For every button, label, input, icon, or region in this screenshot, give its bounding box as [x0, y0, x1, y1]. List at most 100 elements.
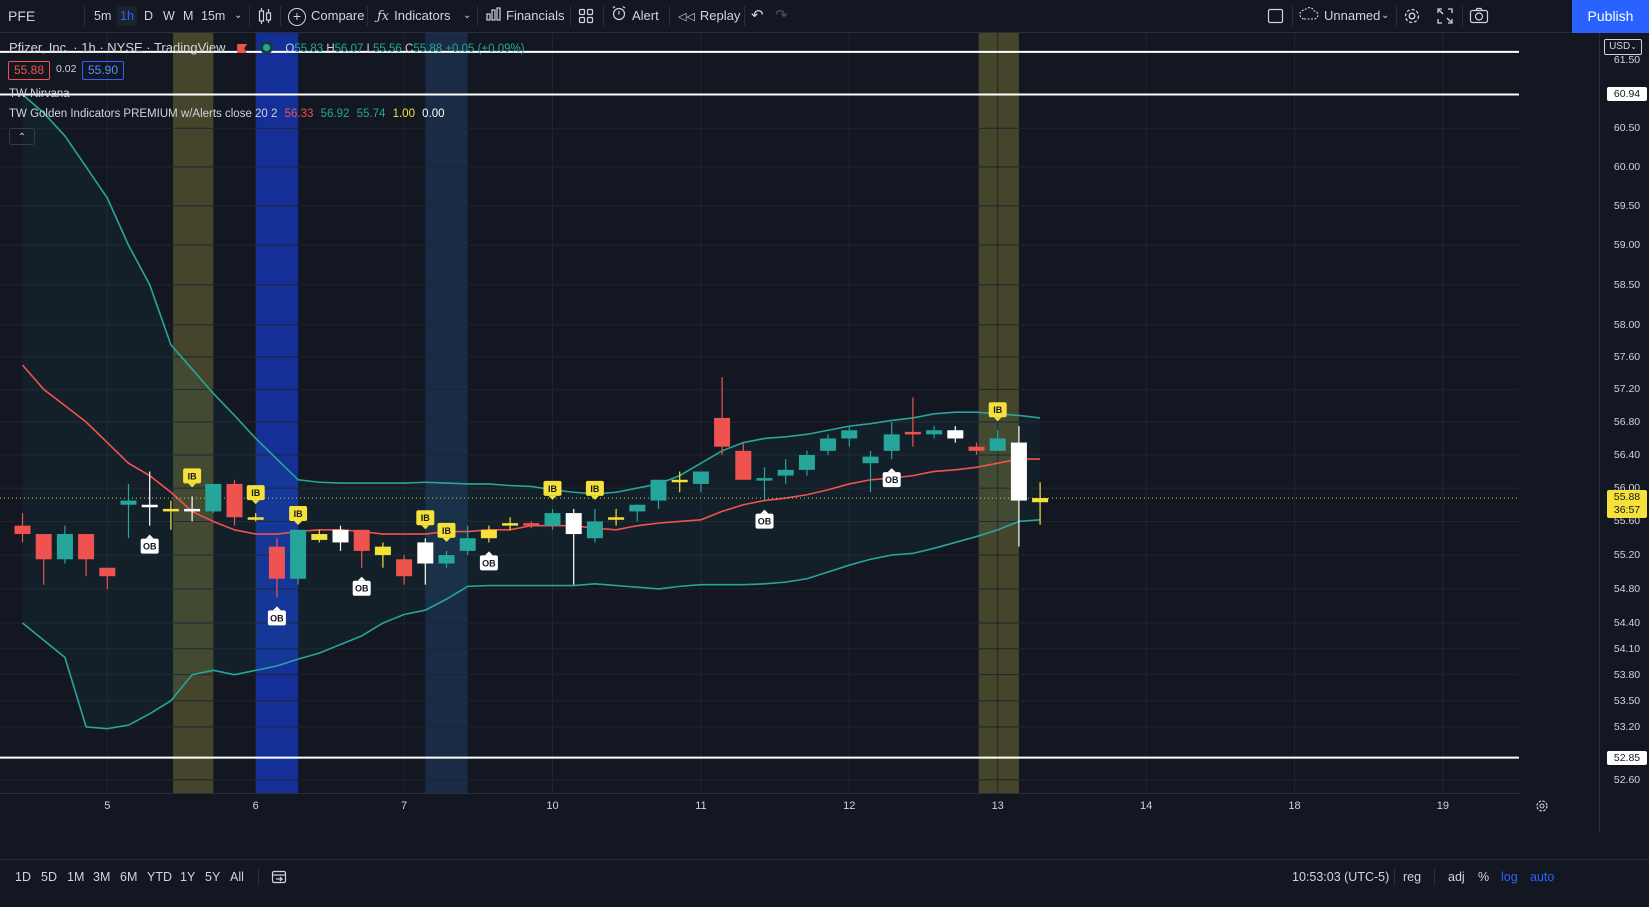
range-all[interactable]: All: [230, 860, 244, 894]
candle-body: [290, 529, 307, 579]
gear-hub: [1539, 803, 1545, 809]
ib-marker-label: IB: [993, 405, 1003, 415]
candle-body: [544, 513, 561, 526]
interval-5m[interactable]: 5m: [91, 6, 114, 26]
compare-label: Compare: [311, 8, 365, 23]
redo-icon[interactable]: ↷: [775, 0, 788, 32]
indicator-value-5: 0.00: [422, 108, 445, 120]
cloud-icon: [1299, 1, 1319, 33]
axis-settings-gear-icon[interactable]: [1536, 800, 1548, 812]
candle-body: [311, 534, 328, 540]
range-1m[interactable]: 1M: [67, 860, 84, 894]
candle: [290, 529, 307, 585]
candle-body: [841, 430, 858, 439]
session-toggle[interactable]: reg: [1403, 860, 1421, 894]
candle-body: [883, 434, 900, 451]
collapse-legend-chevron-up-icon[interactable]: ⌃: [9, 128, 35, 145]
candle-body: [650, 479, 667, 501]
candle-body: [671, 479, 688, 483]
fullscreen-square-icon[interactable]: [1267, 0, 1284, 32]
time-axis-label: 14: [1140, 800, 1152, 812]
adjust-toggle[interactable]: adj: [1448, 860, 1465, 894]
camera-icon[interactable]: [1469, 0, 1489, 32]
chart-legend: Pfizer, Inc. · 1h · NYSE · TradingView O…: [9, 40, 525, 55]
plus-circle-icon: +: [288, 7, 306, 26]
candle-body: [14, 525, 31, 535]
divider: [744, 6, 745, 26]
range-ytd[interactable]: YTD: [147, 860, 172, 894]
auto-toggle[interactable]: auto: [1530, 860, 1554, 894]
price-axis-label: 52.60: [1613, 773, 1641, 786]
candle-body: [502, 523, 519, 526]
go-to-date-icon[interactable]: [271, 860, 287, 894]
layout-chevron-down-icon[interactable]: ⌄: [1381, 0, 1389, 32]
candle-body: [353, 529, 370, 551]
interval-15m[interactable]: 15m: [198, 6, 228, 26]
time-axis-label: 18: [1288, 800, 1300, 812]
publish-button[interactable]: Publish: [1572, 0, 1649, 33]
symbol-title[interactable]: Pfizer, Inc. · 1h · NYSE · TradingView: [9, 40, 226, 55]
divider: [1292, 6, 1293, 26]
interval-m[interactable]: M: [180, 6, 196, 26]
interval-chevron-down-icon[interactable]: ⌄: [234, 0, 242, 32]
clock-readout[interactable]: 10:53:03 (UTC-5): [1292, 860, 1389, 894]
range-5y[interactable]: 5Y: [205, 860, 220, 894]
candle-body: [565, 513, 582, 535]
range-5d[interactable]: 5D: [41, 860, 57, 894]
indicators-label: Indicators: [394, 8, 451, 23]
divider: [367, 6, 368, 26]
indicators-button[interactable]: ƒx Indicators: [377, 0, 451, 32]
price-axis[interactable]: USD⌄ 61.50 60.94 60.50 60.00 59.50 59.00 58.50…: [1599, 33, 1649, 833]
interval-1h[interactable]: 1h: [117, 6, 137, 26]
alert-button[interactable]: Alert: [611, 0, 659, 32]
alarm-clock-icon: [611, 1, 627, 33]
open-label: O: [285, 43, 295, 55]
financials-button[interactable]: Financials: [486, 0, 565, 32]
candle-body: [608, 517, 625, 520]
range-3m[interactable]: 3M: [93, 860, 110, 894]
candle-body: [926, 430, 943, 435]
indicators-chevron-down-icon[interactable]: ⌄: [463, 0, 471, 32]
price-axis-label: 57.60: [1613, 350, 1641, 363]
time-axis-label: 12: [843, 800, 855, 812]
highlight-zone: [425, 33, 468, 793]
function-icon: ƒx: [377, 9, 390, 24]
percent-toggle[interactable]: %: [1478, 860, 1489, 894]
candle-body: [756, 478, 773, 481]
layout-menu-button[interactable]: Unnamed: [1299, 0, 1380, 32]
candle-body: [417, 542, 434, 564]
range-1d[interactable]: 1D: [15, 860, 31, 894]
divider: [1394, 868, 1395, 886]
ob-marker-label: OB: [270, 613, 284, 623]
chart-pane[interactable]: IB IB IB IB IB IB IB IB OB OB OB OB OB OB 5 6 7 10 11 12 13 1…: [0, 33, 1600, 859]
interval-d[interactable]: D: [141, 6, 156, 26]
log-toggle[interactable]: log: [1501, 860, 1518, 894]
divider: [1462, 6, 1463, 26]
replay-button[interactable]: ◁◁ Replay: [678, 0, 740, 32]
candle-body: [968, 446, 985, 451]
range-1y[interactable]: 1Y: [180, 860, 195, 894]
buy-button[interactable]: 55.90: [82, 61, 125, 80]
indicator-golden-legend[interactable]: TW Golden Indicators PREMIUM w/Alerts cl…: [9, 108, 445, 120]
time-axis-label: 19: [1437, 800, 1449, 812]
price-axis-label: 56.40: [1613, 448, 1641, 461]
candle-body: [820, 438, 837, 451]
sell-button[interactable]: 55.88: [8, 61, 51, 80]
templates-grid-icon[interactable]: [578, 0, 594, 32]
indicator-nirvana-label[interactable]: TW Nirvana: [9, 88, 70, 100]
candles-chart-type-icon[interactable]: [257, 0, 273, 32]
gear-icon[interactable]: [1403, 0, 1421, 32]
candle-body: [35, 534, 52, 560]
bar-countdown-tag: 36:57: [1607, 503, 1647, 519]
interval-w[interactable]: W: [160, 6, 178, 26]
candle-body: [777, 469, 794, 476]
range-6m[interactable]: 6M: [120, 860, 137, 894]
expand-arrows-icon[interactable]: [1437, 0, 1453, 32]
undo-icon[interactable]: ↶: [751, 0, 764, 32]
candle-body: [141, 504, 158, 508]
flag-icon[interactable]: [237, 44, 248, 53]
compare-button[interactable]: + Compare: [288, 0, 364, 32]
price-axis-label: 55.20: [1613, 549, 1641, 562]
change-value: +0.05 (+0.09%): [445, 43, 525, 55]
symbol-search[interactable]: PFE: [8, 0, 35, 32]
